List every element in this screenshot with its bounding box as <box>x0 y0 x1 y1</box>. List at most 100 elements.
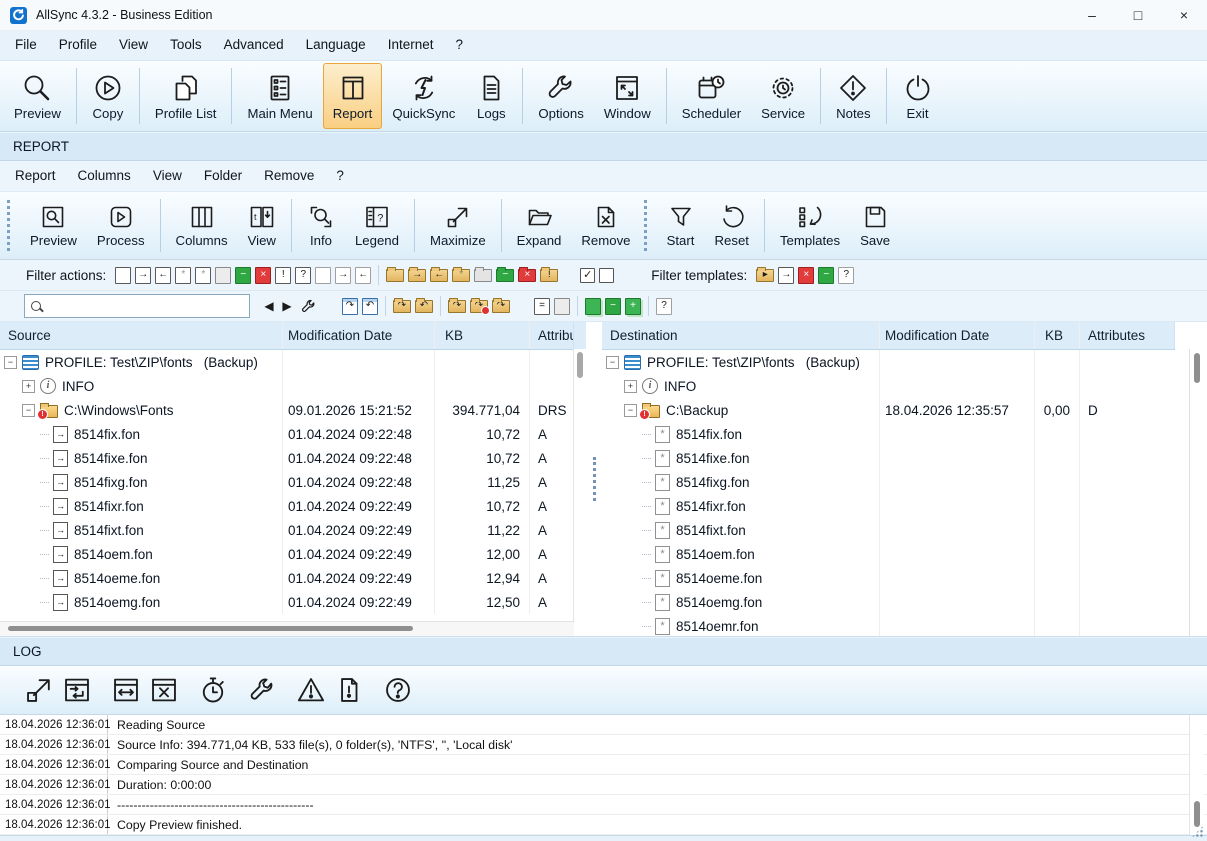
main-menu-button[interactable]: Main Menu <box>237 63 322 129</box>
file-question-icon[interactable]: ? <box>295 267 311 284</box>
column-header-attributes[interactable]: Attributes <box>530 322 574 349</box>
file-equal-icon[interactable] <box>215 267 231 284</box>
tree-row[interactable]: *8514fixg.fon <box>602 470 1175 494</box>
menu-tools[interactable]: Tools <box>159 30 213 60</box>
report-button[interactable]: Report <box>323 63 383 129</box>
tree-row[interactable]: +iINFO <box>602 374 1175 398</box>
tree-row[interactable]: →8514fix.fon01.04.2024 09:22:4810,72A <box>0 422 586 446</box>
destination-vertical-scrollbar[interactable] <box>1189 349 1203 636</box>
report-menu-remove[interactable]: Remove <box>253 161 325 191</box>
tree-row[interactable]: →8514oemg.fon01.04.2024 09:22:4912,50A <box>0 590 586 614</box>
report-start-button[interactable]: Start <box>657 194 705 257</box>
toolbar-grip[interactable] <box>7 200 13 251</box>
folder-new-icon[interactable] <box>386 269 404 282</box>
template-apply-icon[interactable]: → <box>778 267 794 284</box>
menu-[interactable]: ? <box>444 30 474 60</box>
export-ok-icon[interactable]: − <box>605 298 621 315</box>
tree-row[interactable]: *8514oemg.fon <box>602 590 1175 614</box>
tree-row[interactable]: −C:\Backup18.04.2026 12:35:570,00D <box>602 398 1175 422</box>
scheduler-button[interactable]: Scheduler <box>672 63 751 129</box>
tree-row[interactable]: −PROFILE: Test\ZIP\fonts (Backup) <box>0 350 586 374</box>
template-help-icon[interactable]: ? <box>838 267 854 284</box>
folder-redo-scheduled-icon[interactable]: ↷ <box>448 300 466 313</box>
tree-row[interactable]: *8514fix.fon <box>602 422 1175 446</box>
tree-row[interactable]: →8514fixg.fon01.04.2024 09:22:4811,25A <box>0 470 586 494</box>
tree-row[interactable]: *8514oem.fon <box>602 542 1175 566</box>
search-options-icon[interactable] <box>298 298 318 315</box>
file-created-right-icon[interactable]: * <box>175 267 191 284</box>
preview-button[interactable]: Preview <box>4 63 71 129</box>
copy-list-icon[interactable] <box>554 298 570 315</box>
log-timer-button[interactable] <box>194 672 232 708</box>
file-copy-right-icon[interactable]: → <box>135 267 151 284</box>
tree-row[interactable]: →8514oeme.fon01.04.2024 09:22:4912,94A <box>0 566 586 590</box>
template-browse-icon[interactable]: ▸ <box>756 269 774 282</box>
log-errors-button[interactable] <box>330 672 368 708</box>
toolbar-grip[interactable] <box>644 200 650 251</box>
window-undo-icon[interactable]: ↶ <box>362 298 378 315</box>
find-previous-icon[interactable]: ◀ <box>262 298 276 315</box>
report-expand-button[interactable]: Expand <box>507 194 572 257</box>
log-maximize-button[interactable] <box>20 672 58 708</box>
file-empty-icon[interactable] <box>315 267 331 284</box>
tree-row[interactable]: →8514fixt.fon01.04.2024 09:22:4911,22A <box>0 518 586 542</box>
source-horizontal-scrollbar[interactable] <box>0 621 574 636</box>
file-empty-right-icon[interactable]: → <box>335 267 351 284</box>
scrollbar-thumb[interactable] <box>577 352 583 378</box>
report-templates-button[interactable]: Templates <box>770 194 850 257</box>
log-fit-width-button[interactable] <box>107 672 145 708</box>
folder-ok-icon[interactable]: − <box>496 269 514 282</box>
report-menu-folder[interactable]: Folder <box>193 161 253 191</box>
folder-equal-icon[interactable] <box>474 269 492 282</box>
file-empty-left-icon[interactable]: ← <box>355 267 371 284</box>
report-save-button[interactable]: Save <box>850 194 900 257</box>
report-legend-button[interactable]: ?Legend <box>345 194 409 257</box>
scrollbar-thumb[interactable] <box>1194 353 1200 383</box>
maximize-button[interactable]: □ <box>1115 0 1161 30</box>
minus-expander-icon[interactable]: − <box>4 356 17 369</box>
file-created-left-icon[interactable]: * <box>195 267 211 284</box>
menu-internet[interactable]: Internet <box>377 30 445 60</box>
folder-delete-icon[interactable]: × <box>518 269 536 282</box>
folder-created-icon[interactable]: * <box>452 269 470 282</box>
tree-row[interactable]: →8514oem.fon01.04.2024 09:22:4912,00A <box>0 542 586 566</box>
folder-redo-blocked-icon[interactable]: ↷ <box>470 300 488 313</box>
column-header-kb[interactable]: KB <box>435 322 530 349</box>
log-line-wrap-button[interactable] <box>58 672 96 708</box>
report-menu-columns[interactable]: Columns <box>67 161 142 191</box>
log-help-button[interactable] <box>379 672 417 708</box>
report-maximize-button[interactable]: Maximize <box>420 194 496 257</box>
template-delete-icon[interactable]: × <box>798 267 814 284</box>
menu-profile[interactable]: Profile <box>48 30 108 60</box>
report-preview-button[interactable]: Preview <box>20 194 87 257</box>
column-header-source[interactable]: Source <box>0 322 283 349</box>
export-add-icon[interactable]: + <box>625 298 641 315</box>
tree-row[interactable]: −C:\Windows\Fonts09.01.2026 15:21:52394.… <box>0 398 586 422</box>
folder-undo-icon[interactable]: ↶ <box>415 300 433 313</box>
menu-view[interactable]: View <box>108 30 159 60</box>
select-none-checkbox-icon[interactable] <box>599 268 614 283</box>
exit-button[interactable]: Exit <box>892 63 944 129</box>
folder-warning-icon[interactable]: ! <box>540 269 558 282</box>
tree-row[interactable]: +iINFO <box>0 374 586 398</box>
log-warnings-button[interactable] <box>292 672 330 708</box>
minimize-button[interactable]: – <box>1069 0 1115 30</box>
file-warning-icon[interactable]: ! <box>275 267 291 284</box>
find-next-icon[interactable]: ▶ <box>280 298 294 315</box>
window-redo-icon[interactable]: ↷ <box>342 298 358 315</box>
report-menu-[interactable]: ? <box>325 161 355 191</box>
folder-copy-right-icon[interactable]: → <box>408 269 426 282</box>
menu-advanced[interactable]: Advanced <box>213 30 295 60</box>
quicksync-button[interactable]: QuickSync <box>382 63 465 129</box>
log-options-button[interactable] <box>243 672 281 708</box>
file-copy-left-icon[interactable]: ← <box>155 267 171 284</box>
report-menu-report[interactable]: Report <box>4 161 67 191</box>
tree-row[interactable]: *8514oeme.fon <box>602 566 1175 590</box>
scrollbar-thumb[interactable] <box>8 626 413 631</box>
select-all-checkbox-icon[interactable]: ✓ <box>580 268 595 283</box>
list-details-icon[interactable]: = <box>534 298 550 315</box>
column-header-modification-date[interactable]: Modification Date <box>880 322 1035 349</box>
column-header-destination[interactable]: Destination <box>602 322 880 349</box>
file-new-icon[interactable] <box>115 267 131 284</box>
column-header-modification-date[interactable]: Modification Date <box>283 322 435 349</box>
